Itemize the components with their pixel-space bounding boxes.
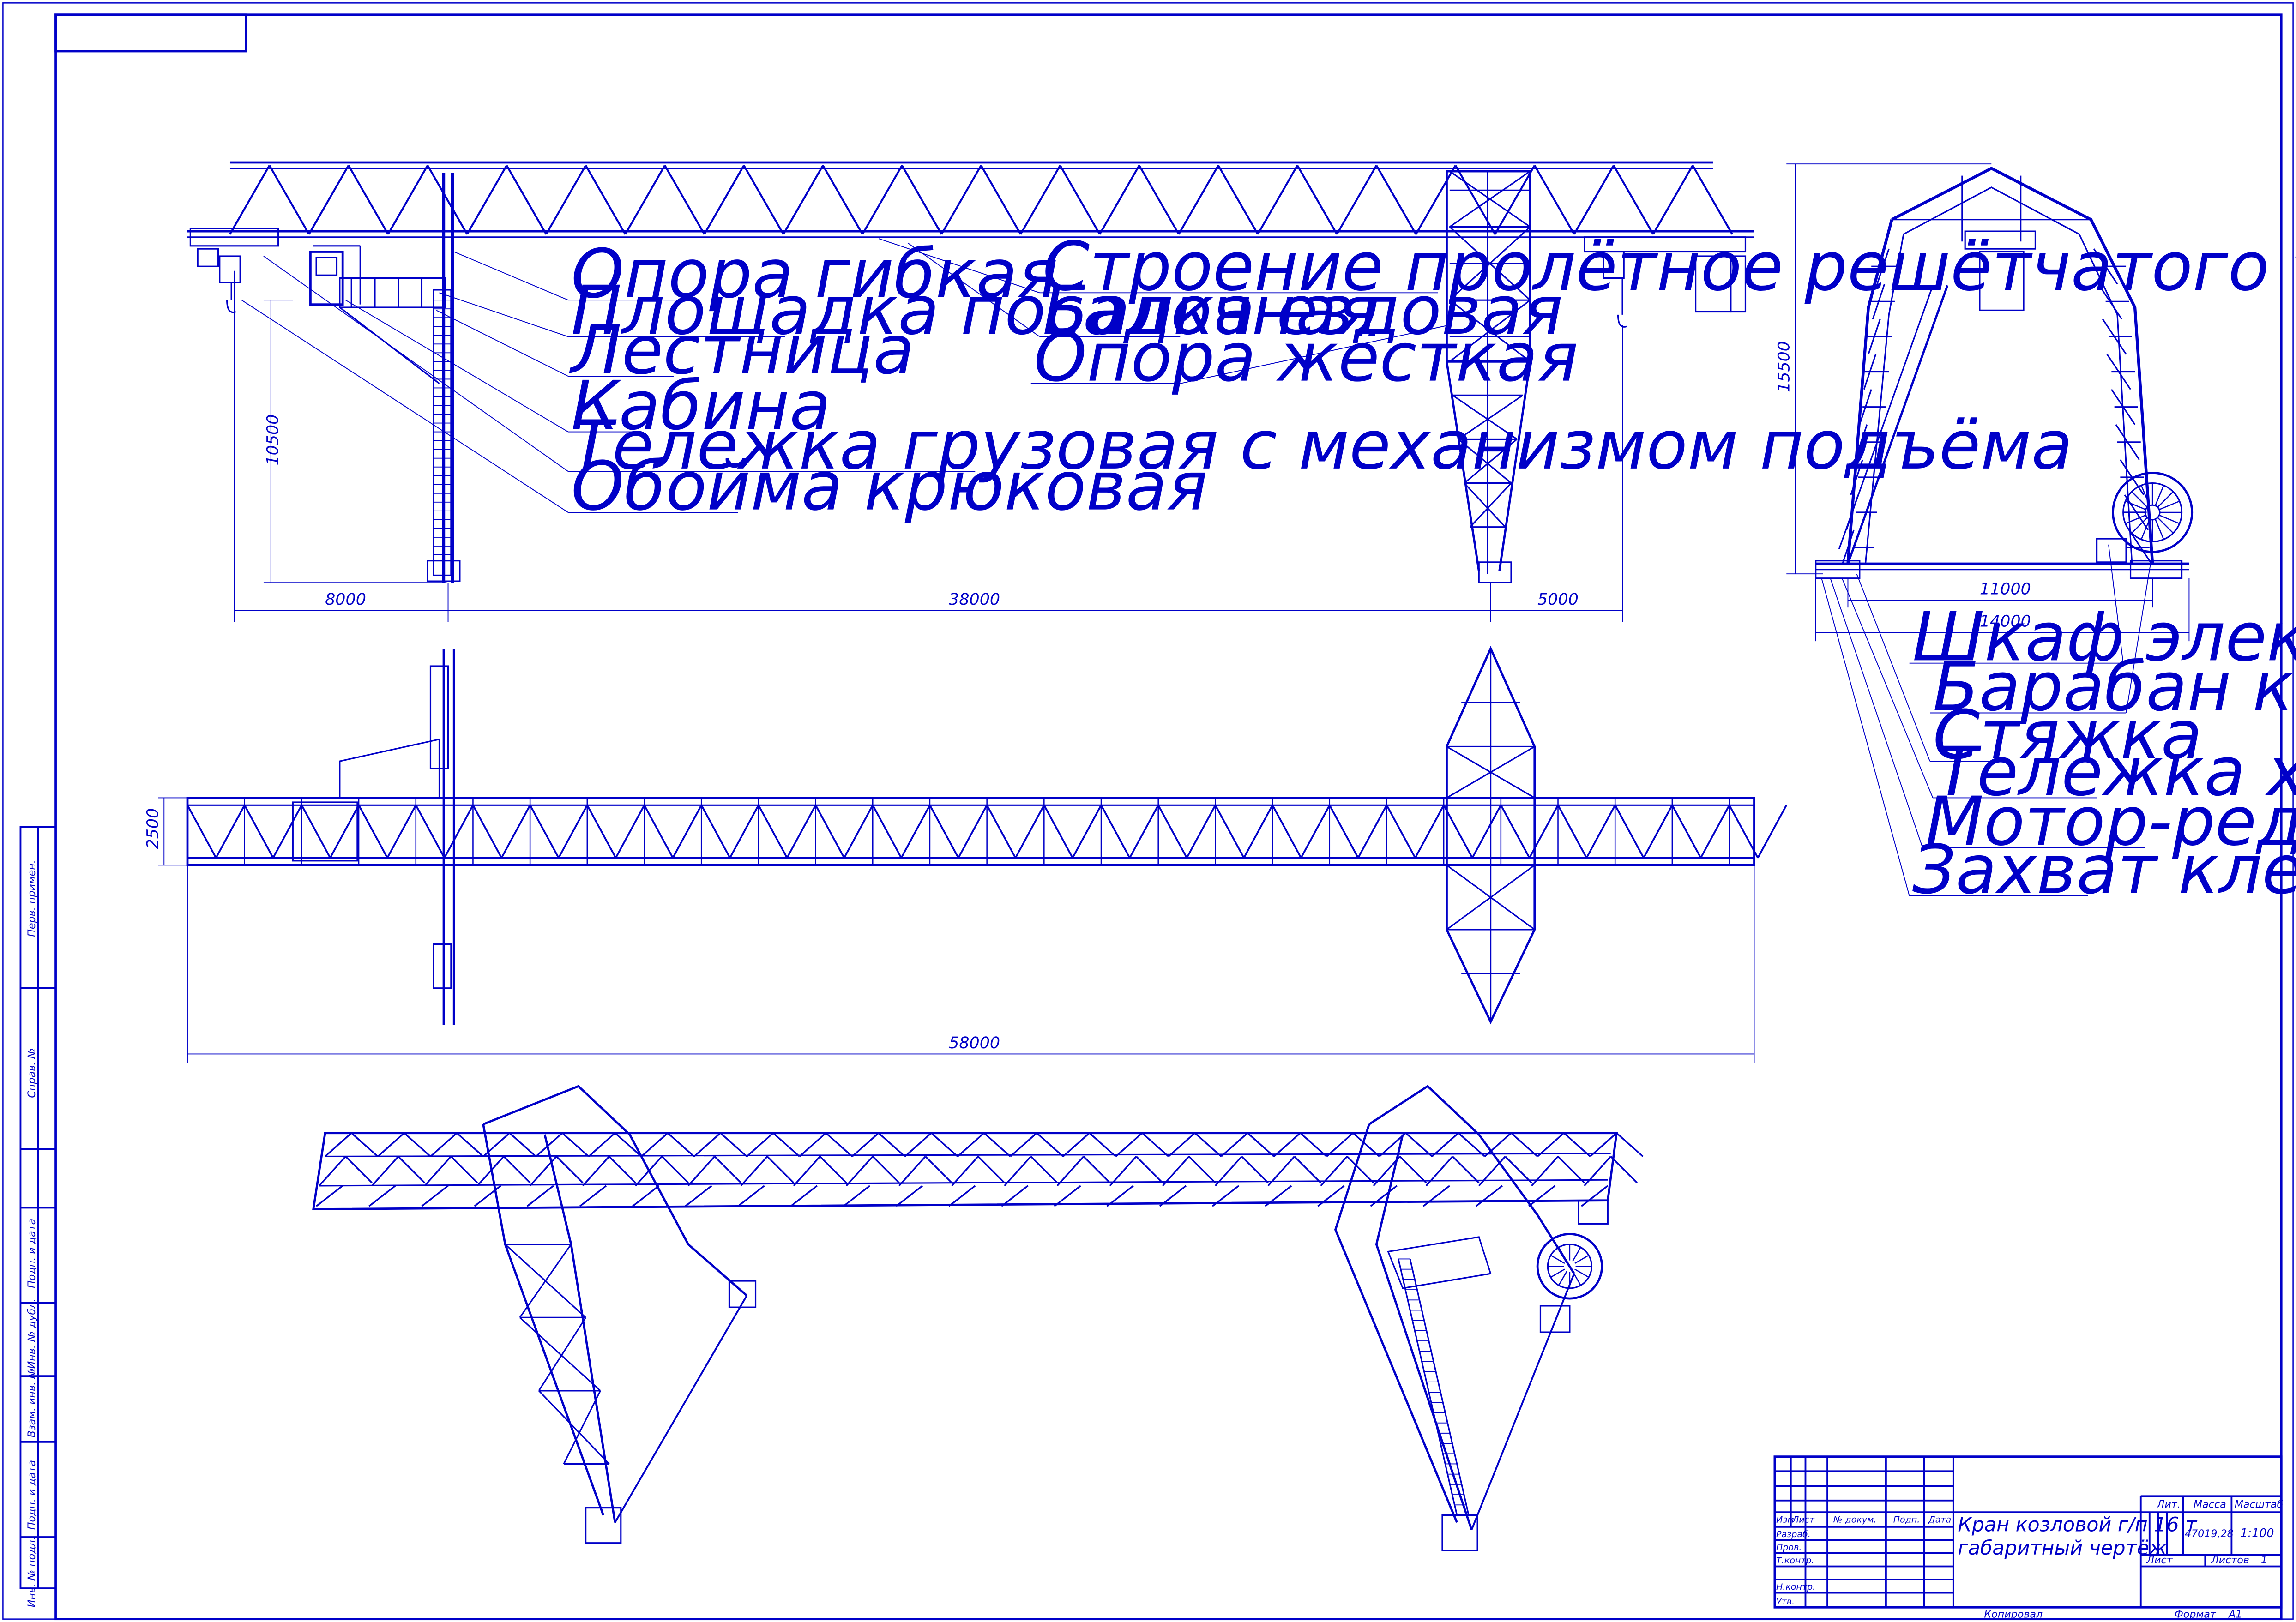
title-block-texts: Изм Лист № докум. Подп. Дата Разраб. Про… [1776,1499,2283,1621]
stamp-inv-podl: Инв. № подл. [26,1537,38,1607]
stamp-sprav-no: Справ. № [26,1048,38,1098]
label-oboima: Обойма крюковая [571,448,1208,526]
tb-massa-value: 47019,28 [2185,1528,2234,1540]
tb-massa: Масса [2194,1499,2226,1511]
crane-drawing-sheet: Опора гибкая Площадка посадочная Лестниц… [2,2,2296,1621]
tb-kopiroval: Копировал [1984,1608,2043,1620]
tb-utv: Утв. [1776,1597,1795,1607]
tb-listov-label: Листов [2211,1554,2249,1566]
dim-11000: 11000 [1980,580,2031,599]
tb-izm: Изм [1776,1514,1794,1525]
dim-8000: 8000 [325,590,366,609]
tb-data: Дата [1928,1514,1951,1525]
tb-lit: Лит. [2157,1499,2181,1511]
stamp-podp-data-1: Подп. и дата [26,1219,38,1288]
stamp-perv-primen: Перв. примен. [26,860,38,937]
dim-58000: 58000 [949,1034,1000,1052]
component-labels: Опора гибкая Площадка посадочная Лестниц… [569,228,2296,909]
stamp-vzam-inv: Взам. инв. № [26,1368,38,1438]
dim-5000: 5000 [1537,590,1579,609]
dim-2500: 2500 [144,808,163,849]
isometric-view [312,1085,1644,1551]
dim-10500: 10500 [264,415,283,466]
tb-prov: Пров. [1776,1543,1802,1553]
tb-masshtab: Масштаб [2235,1499,2283,1511]
tb-n-kontr: Н.контр. [1776,1582,1815,1592]
tb-format-value: А1 [2228,1608,2242,1620]
label-opora-zhestkaya: Опора жёсткая [1034,319,1578,397]
tb-t-kontr: Т.контр. [1776,1556,1814,1566]
side-stamp-texts: Перв. примен. Справ. № Подп. и дата Инв.… [26,860,38,1607]
dim-15500: 15500 [1775,341,1794,392]
stamp-inv-dubl: Инв. № дубл. [26,1299,38,1369]
tb-list: Лист [1792,1514,1815,1525]
tb-title-line1: Кран козловой г/п 16 т [1958,1513,2197,1536]
tb-no-dokum: № докум. [1833,1514,1877,1525]
tb-razrab: Разраб. [1776,1529,1811,1539]
operator-cabin [309,245,361,306]
span-truss-web [229,165,1733,235]
tb-title-line2: габаритный чертёж [1958,1537,2167,1560]
plan-view [158,646,1787,1063]
boarding-platform [339,277,446,384]
tb-scale-value: 1:100 [2240,1526,2274,1540]
dim-14000: 14000 [1980,612,2031,631]
tb-format-label: Формат [2175,1608,2217,1620]
top-left-stamp-box [54,13,247,53]
tb-listov-value: 1 [2261,1554,2267,1566]
stamp-podp-data-2: Подп. и дата [26,1460,38,1530]
label-zahvat: Захват клещевой [1912,831,2296,909]
tb-podp: Подп. [1893,1514,1920,1525]
dim-38000: 38000 [949,590,1000,609]
dimension-10500 [263,300,447,583]
tb-list-label: Лист [2146,1554,2173,1566]
